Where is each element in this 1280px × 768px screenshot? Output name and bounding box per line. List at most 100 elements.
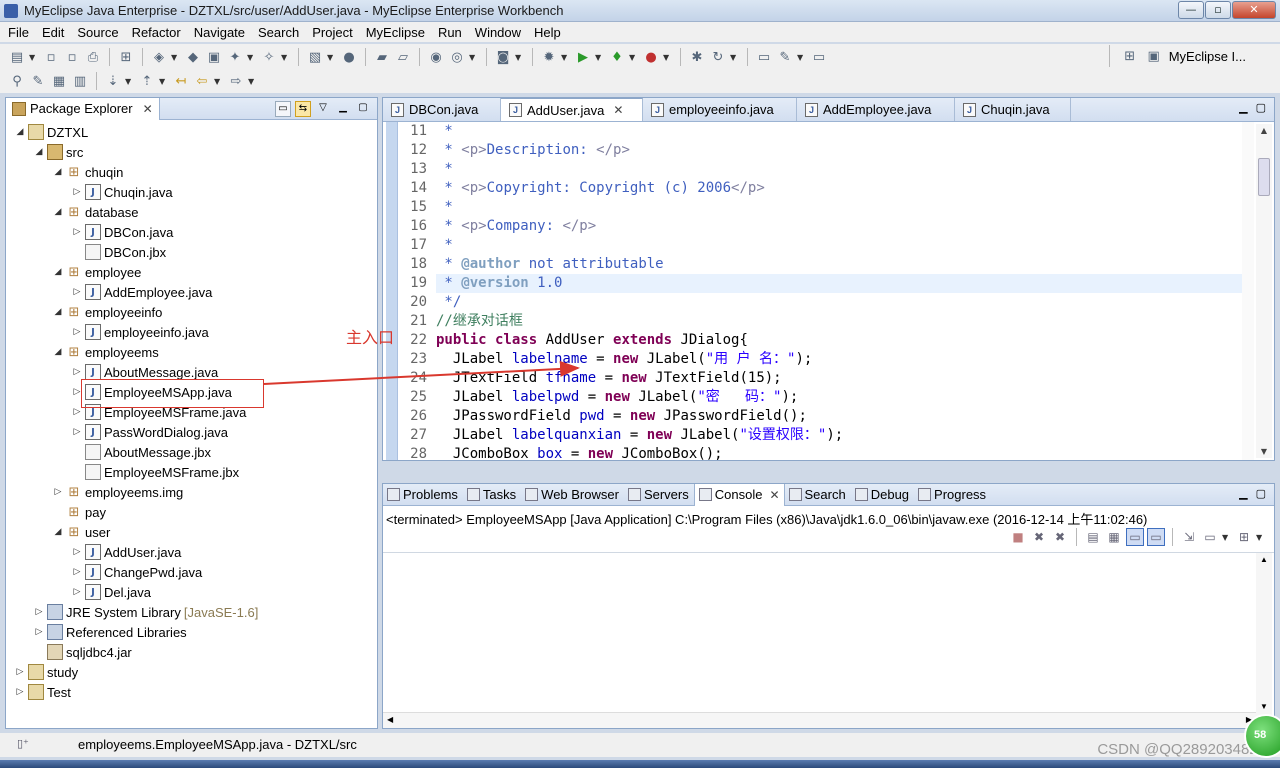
console-tab[interactable]: Servers — [624, 484, 694, 506]
scroll-left-icon[interactable]: ◀ — [387, 715, 393, 724]
minimize-view-icon[interactable]: ▁ — [335, 101, 351, 117]
expand-toggle-icon[interactable]: ◢ — [52, 167, 64, 177]
server-icon[interactable]: ⊞ — [117, 48, 135, 66]
maximize-view-icon[interactable]: ▢ — [1256, 487, 1266, 500]
code-line[interactable]: * — [436, 122, 1244, 141]
console-output[interactable]: ▲ ▼ ◀ ▶ — [383, 552, 1274, 729]
browser-icon[interactable]: ◎ — [448, 48, 466, 66]
terminate-icon[interactable]: ■ — [1009, 528, 1027, 546]
scroll-down-icon[interactable]: ▼ — [1260, 702, 1268, 711]
tree-item[interactable]: ▷ ⊞ employeems.img — [52, 482, 184, 502]
clear-console-icon[interactable]: ▤ — [1084, 528, 1102, 546]
code-line[interactable]: JLabel labelname = new JLabel("用 户 名："); — [436, 350, 1244, 369]
open-type-icon[interactable]: ▰ — [373, 48, 391, 66]
menu-navigate[interactable]: Navigate — [188, 25, 252, 40]
tab-package-explorer[interactable]: Package Explorer ✕ — [6, 97, 160, 120]
code-text[interactable]: * * <p>Description: </p> * * <p>Copyrigh… — [436, 122, 1244, 464]
code-line[interactable]: */ — [436, 293, 1244, 312]
console-tab[interactable]: Tasks — [463, 484, 521, 506]
expand-toggle-icon[interactable]: ▷ — [71, 227, 83, 237]
edit-icon[interactable]: ✎ — [29, 72, 47, 90]
tree-item[interactable]: ◢ src — [33, 142, 83, 162]
tree-item[interactable]: ◢ ⊞ employeems — [52, 342, 159, 362]
editor-tab[interactable]: J DBCon.java — [383, 98, 501, 121]
link-with-editor-icon[interactable]: ⇆ — [295, 101, 311, 117]
debug-dropdown-icon[interactable]: ▼ — [561, 53, 571, 62]
tree-item[interactable]: ▷ Referenced Libraries — [33, 622, 187, 642]
expand-toggle-icon[interactable]: ◢ — [52, 307, 64, 317]
tree-item[interactable]: ▷ J Del.java — [71, 582, 151, 602]
code-line[interactable]: JComboBox box = new JComboBox(); — [436, 445, 1244, 464]
mark-icon[interactable]: ▦ — [50, 72, 68, 90]
scroll-up-icon[interactable]: ▲ — [1260, 555, 1268, 564]
run-dropdown-icon[interactable]: ▼ — [595, 53, 605, 62]
expand-toggle-icon[interactable]: ◢ — [52, 267, 64, 277]
menu-edit[interactable]: Edit — [36, 25, 71, 40]
menu-project[interactable]: Project — [306, 25, 359, 40]
wizard-icon[interactable]: ✦ — [226, 48, 244, 66]
expand-toggle-icon[interactable]: ▷ — [71, 287, 83, 297]
toggle-breakpoint-icon[interactable]: ⚲ — [8, 72, 26, 90]
expand-toggle-icon[interactable]: ▷ — [71, 327, 83, 337]
menu-help[interactable]: Help — [528, 25, 568, 40]
back-icon[interactable]: ⇦ — [193, 72, 211, 90]
tree-item[interactable]: ◢ ⊞ employeeinfo — [52, 302, 163, 322]
tree-item[interactable]: ▷ J AddUser.java — [71, 542, 181, 562]
expand-toggle-icon[interactable]: ▷ — [33, 627, 45, 637]
console-tab[interactable]: Web Browser — [521, 484, 624, 506]
expand-toggle-icon[interactable]: ▷ — [71, 547, 83, 557]
scroll-down-icon[interactable]: ▼ — [1256, 447, 1272, 456]
minimize-view-icon[interactable]: ▁ — [1239, 101, 1247, 114]
expand-toggle-icon[interactable]: ▷ — [52, 487, 64, 497]
tree-item[interactable]: ▷ study — [14, 662, 78, 682]
new-class-icon[interactable]: ▧ — [306, 48, 324, 66]
code-line[interactable]: * <p>Copyright: Copyright (c) 2006</p> — [436, 179, 1244, 198]
folder-icon[interactable]: ▭ — [810, 48, 828, 66]
tree-item[interactable]: AboutMessage.jbx — [71, 442, 211, 462]
collapse-all-icon[interactable]: ▭ — [275, 101, 291, 117]
maximize-view-icon[interactable]: ▢ — [355, 101, 371, 117]
code-line[interactable]: * <p>Company: </p> — [436, 217, 1244, 236]
menu-search[interactable]: Search — [252, 25, 306, 40]
code-line[interactable]: JPasswordField pwd = new JPasswordField(… — [436, 407, 1244, 426]
minimize-button[interactable]: — — [1178, 1, 1204, 19]
forward-dropdown-icon[interactable]: ▼ — [248, 77, 258, 86]
expand-toggle-icon[interactable]: ◢ — [52, 527, 64, 537]
tree-item[interactable]: ◢ ⊞ employee — [52, 262, 142, 282]
launch-dropdown-icon[interactable]: ▼ — [281, 53, 291, 62]
save-all-icon[interactable]: ▫ — [63, 48, 81, 66]
expand-toggle-icon[interactable]: ◢ — [52, 207, 64, 217]
code-line[interactable]: * — [436, 198, 1244, 217]
expand-toggle-icon[interactable]: ▷ — [71, 407, 83, 417]
tree-item[interactable]: DBCon.jbx — [71, 242, 166, 262]
tree-item[interactable]: sqljdbc4.jar — [33, 642, 132, 662]
tree-item[interactable]: ▷ J ChangePwd.java — [71, 562, 202, 582]
tree-item[interactable]: ▷ Test — [14, 682, 71, 702]
code-line[interactable]: JTextField tfname = new JTextField(15); — [436, 369, 1244, 388]
build-icon[interactable]: ✱ — [688, 48, 706, 66]
print-icon[interactable]: ⎙ — [84, 48, 102, 66]
menu-file[interactable]: File — [2, 25, 36, 40]
camera-icon[interactable]: ◙ — [494, 48, 512, 66]
open-console-dropdown-icon[interactable]: ▼ — [1256, 533, 1266, 542]
new-class-dropdown-icon[interactable]: ▼ — [327, 53, 337, 62]
code-line[interactable]: * — [436, 236, 1244, 255]
save-icon[interactable]: ▫ — [42, 48, 60, 66]
menu-myeclipse[interactable]: MyEclipse — [360, 25, 432, 40]
open-console-icon[interactable]: ⊞ — [1235, 528, 1253, 546]
code-line[interactable]: //继承对话框 — [436, 312, 1244, 331]
external-tools-icon[interactable]: ● — [642, 48, 660, 66]
code-line[interactable]: JLabel labelpwd = new JLabel("密 码："); — [436, 388, 1244, 407]
console-tab[interactable]: Debug — [851, 484, 914, 506]
perspective-label[interactable]: MyEclipse I... — [1169, 49, 1246, 64]
editor-scroll-thumb[interactable] — [1258, 158, 1270, 196]
tree-item[interactable]: ◢ DZTXL — [14, 122, 88, 142]
forward-icon[interactable]: ⇨ — [227, 72, 245, 90]
expand-toggle-icon[interactable]: ▷ — [33, 607, 45, 617]
camera-dropdown-icon[interactable]: ▼ — [515, 53, 525, 62]
maximize-button[interactable]: ▫ — [1205, 1, 1231, 19]
close-tab-icon[interactable]: ✕ — [143, 102, 153, 116]
console-tab[interactable]: Console ✕ — [693, 483, 785, 506]
console-tab[interactable]: Search — [785, 484, 851, 506]
pen-dropdown-icon[interactable]: ▼ — [797, 53, 807, 62]
